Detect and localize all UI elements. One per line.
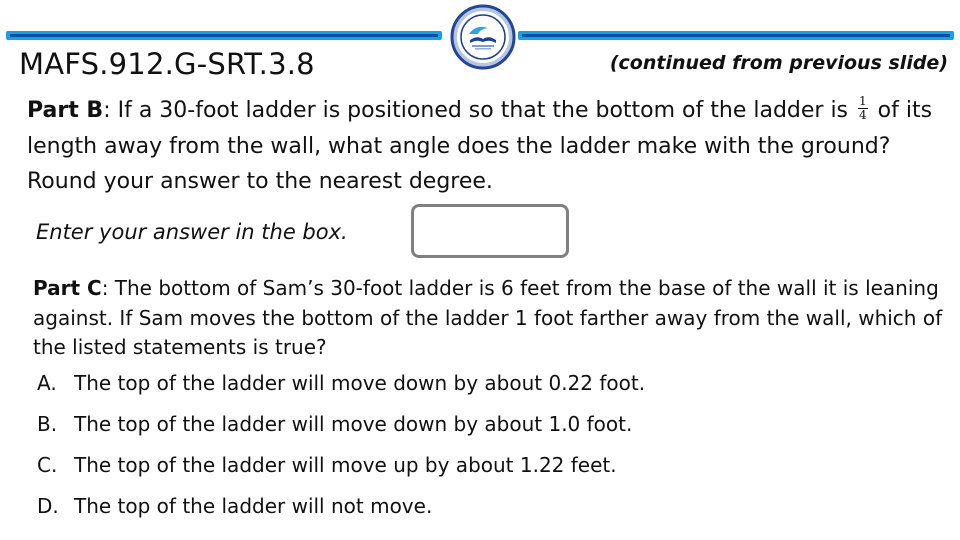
option-letter: B.: [37, 412, 58, 436]
part-b-question: Part B: If a 30-foot ladder is positione…: [27, 93, 937, 200]
option-letter: A.: [37, 371, 57, 395]
option-text: The top of the ladder will move down by …: [74, 371, 646, 395]
part-c-question: Part C: The bottom of Sam’s 30-foot ladd…: [33, 274, 948, 363]
part-b-text-1: : If a 30-foot ladder is positioned so t…: [103, 98, 856, 123]
fraction-numerator: 1: [858, 93, 868, 109]
option-letter: C.: [37, 453, 58, 477]
answer-option-c[interactable]: C. The top of the ladder will move up by …: [37, 453, 617, 477]
part-b-label: Part B: [27, 98, 104, 123]
fraction-denominator: 4: [859, 107, 867, 122]
option-text: The top of the ladder will move up by ab…: [74, 453, 617, 477]
answer-option-a[interactable]: A. The top of the ladder will move down b…: [37, 371, 645, 395]
school-district-seal-icon: [450, 4, 516, 70]
option-text: The top of the ladder will not move.: [74, 494, 433, 518]
option-text: The top of the ladder will move down by …: [74, 412, 633, 436]
header-divider-left: [6, 31, 442, 40]
one-fourth-fraction: 14: [858, 93, 868, 122]
header-divider-right: [518, 31, 954, 40]
answer-option-d[interactable]: D. The top of the ladder will not move.: [37, 494, 432, 518]
option-letter: D.: [37, 494, 59, 518]
answer-option-b[interactable]: B. The top of the ladder will move down b…: [37, 412, 632, 436]
part-c-text: : The bottom of Sam’s 30-foot ladder is …: [33, 276, 943, 359]
part-c-label: Part C: [33, 276, 102, 300]
answer-prompt: Enter your answer in the box.: [36, 220, 348, 244]
standard-code-title: MAFS.912.G-SRT.3.8: [19, 47, 315, 81]
continued-note: (continued from previous slide): [609, 52, 948, 74]
answer-input[interactable]: [411, 204, 569, 258]
